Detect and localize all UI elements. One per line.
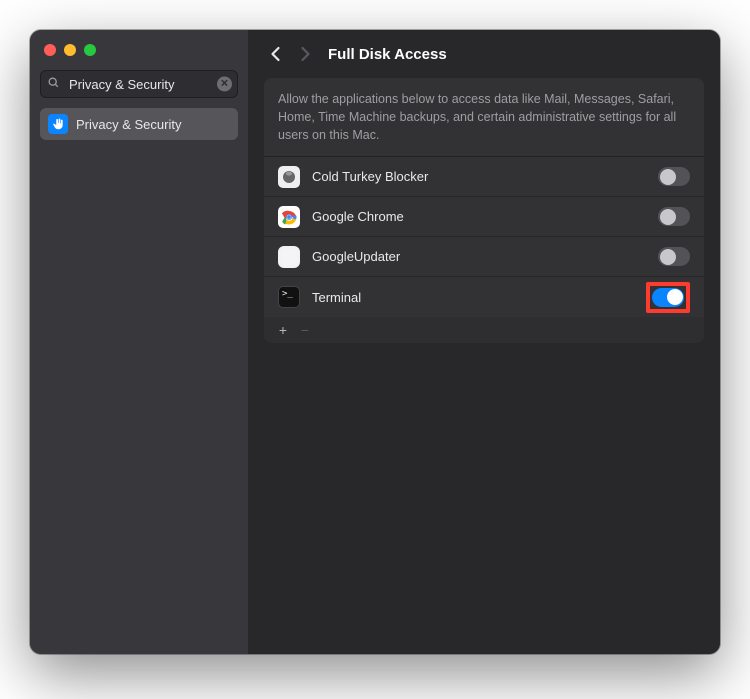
access-toggle[interactable] <box>658 247 690 266</box>
highlight-box <box>646 282 690 313</box>
terminal-icon: >_ <box>278 286 300 308</box>
clear-search-icon[interactable]: ✕ <box>217 77 232 92</box>
sidebar-item-privacy-security[interactable]: Privacy & Security <box>40 108 238 140</box>
sidebar-item-label: Privacy & Security <box>76 117 181 132</box>
access-toggle[interactable] <box>658 167 690 186</box>
updater-icon <box>278 246 300 268</box>
app-name-label: Terminal <box>312 290 634 305</box>
app-row: Google Chrome <box>264 197 704 237</box>
content-area: Allow the applications below to access d… <box>248 78 720 359</box>
add-app-button[interactable]: + <box>272 319 294 341</box>
titlebar: Full Disk Access <box>248 30 720 78</box>
minimize-window-button[interactable] <box>64 44 76 56</box>
search-container: ✕ <box>40 70 238 98</box>
app-list: Cold Turkey Blocker Google Chrome GoogleUp… <box>264 157 704 317</box>
app-row: GoogleUpdater <box>264 237 704 277</box>
hand-icon <box>48 114 68 134</box>
app-name-label: GoogleUpdater <box>312 249 646 264</box>
chrome-icon <box>278 206 300 228</box>
close-window-button[interactable] <box>44 44 56 56</box>
app-name-label: Cold Turkey Blocker <box>312 169 646 184</box>
access-toggle[interactable] <box>658 207 690 226</box>
zoom-window-button[interactable] <box>84 44 96 56</box>
search-input[interactable] <box>40 70 238 98</box>
window-controls <box>40 40 238 70</box>
list-footer: + − <box>264 317 704 343</box>
blocker-icon <box>278 166 300 188</box>
access-toggle[interactable] <box>652 288 684 307</box>
app-row: >_ Terminal <box>264 277 704 317</box>
sidebar: ✕ Privacy & Security <box>30 30 248 654</box>
forward-button[interactable] <box>294 41 316 67</box>
description-text: Allow the applications below to access d… <box>264 78 704 157</box>
remove-app-button[interactable]: − <box>294 319 316 341</box>
main-panel: Full Disk Access Allow the applications … <box>248 30 720 654</box>
page-title: Full Disk Access <box>328 46 447 63</box>
app-name-label: Google Chrome <box>312 209 646 224</box>
back-button[interactable] <box>264 41 286 67</box>
system-settings-window: ✕ Privacy & Security Full Disk Access Al… <box>30 30 720 654</box>
app-row: Cold Turkey Blocker <box>264 157 704 197</box>
